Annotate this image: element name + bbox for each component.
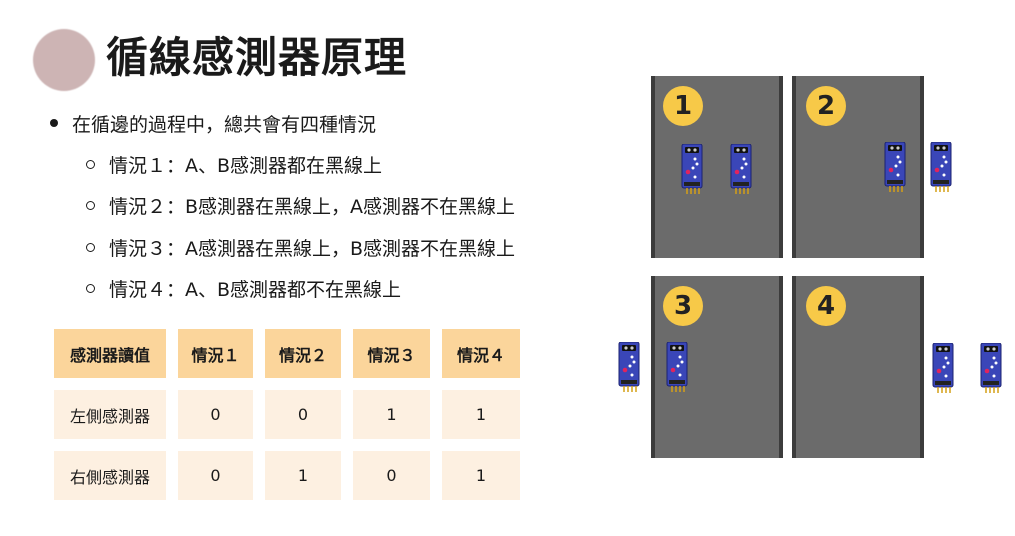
case-text: 情況１：A、B感測器都在黑線上 bbox=[109, 155, 383, 177]
line-sensor-icon bbox=[930, 142, 952, 192]
table-cell: 1 bbox=[442, 390, 520, 439]
bullet-dot bbox=[50, 119, 58, 127]
table-cell: 0 bbox=[353, 451, 430, 500]
table-header-cell: 情況３ bbox=[353, 329, 430, 378]
sub-bullet-ring bbox=[86, 284, 95, 293]
sub-bullet-ring bbox=[86, 160, 95, 169]
case-item: 情況１：A、B感測器都在黑線上 bbox=[86, 151, 382, 178]
case-text: 情況４：A、B感測器都不在黑線上 bbox=[109, 279, 402, 301]
case-item: 情況４：A、B感測器都不在黑線上 bbox=[86, 275, 401, 302]
table-header-cell: 情況２ bbox=[265, 329, 341, 378]
sub-bullet-ring bbox=[86, 243, 95, 252]
case-badge-2: 2 bbox=[806, 86, 846, 126]
table-cell: 0 bbox=[265, 390, 341, 439]
case-item: 情況２：B感測器在黑線上，A感測器不在黑線上 bbox=[86, 192, 515, 219]
line-sensor-icon bbox=[618, 342, 640, 392]
table-cell: 1 bbox=[353, 390, 430, 439]
case-badge-4: 4 bbox=[806, 286, 846, 326]
main-bullet: 在循邊的過程中，總共會有四種情況 bbox=[50, 110, 376, 136]
table-cell: 0 bbox=[178, 451, 253, 500]
case-text: 情況２：B感測器在黑線上，A感測器不在黑線上 bbox=[109, 196, 516, 218]
table-cell: 右側感測器 bbox=[54, 451, 166, 500]
line-sensor-icon bbox=[666, 342, 688, 392]
line-sensor-icon bbox=[884, 142, 906, 192]
title-decoration bbox=[33, 29, 95, 91]
line-sensor-icon bbox=[730, 144, 752, 194]
case-badge-1: 1 bbox=[663, 86, 703, 126]
table-cell: 1 bbox=[265, 451, 341, 500]
table-cell: 左側感測器 bbox=[54, 390, 166, 439]
table-header-cell: 情況４ bbox=[442, 329, 520, 378]
table-header-cell: 感測器讀值 bbox=[54, 329, 166, 378]
line-sensor-icon bbox=[681, 144, 703, 194]
table-cell: 1 bbox=[442, 451, 520, 500]
table-header-cell: 情況１ bbox=[178, 329, 253, 378]
case-text: 情況３：A感測器在黑線上，B感測器不在黑線上 bbox=[109, 238, 516, 260]
line-sensor-icon bbox=[932, 343, 954, 393]
line-sensor-icon bbox=[980, 343, 1002, 393]
bullet-text: 在循邊的過程中，總共會有四種情況 bbox=[72, 113, 377, 136]
case-badge-3: 3 bbox=[663, 286, 703, 326]
page-title: 循線感測器原理 bbox=[106, 33, 408, 82]
sub-bullet-ring bbox=[86, 201, 95, 210]
table-cell: 0 bbox=[178, 390, 253, 439]
case-item: 情況３：A感測器在黑線上，B感測器不在黑線上 bbox=[86, 234, 515, 261]
